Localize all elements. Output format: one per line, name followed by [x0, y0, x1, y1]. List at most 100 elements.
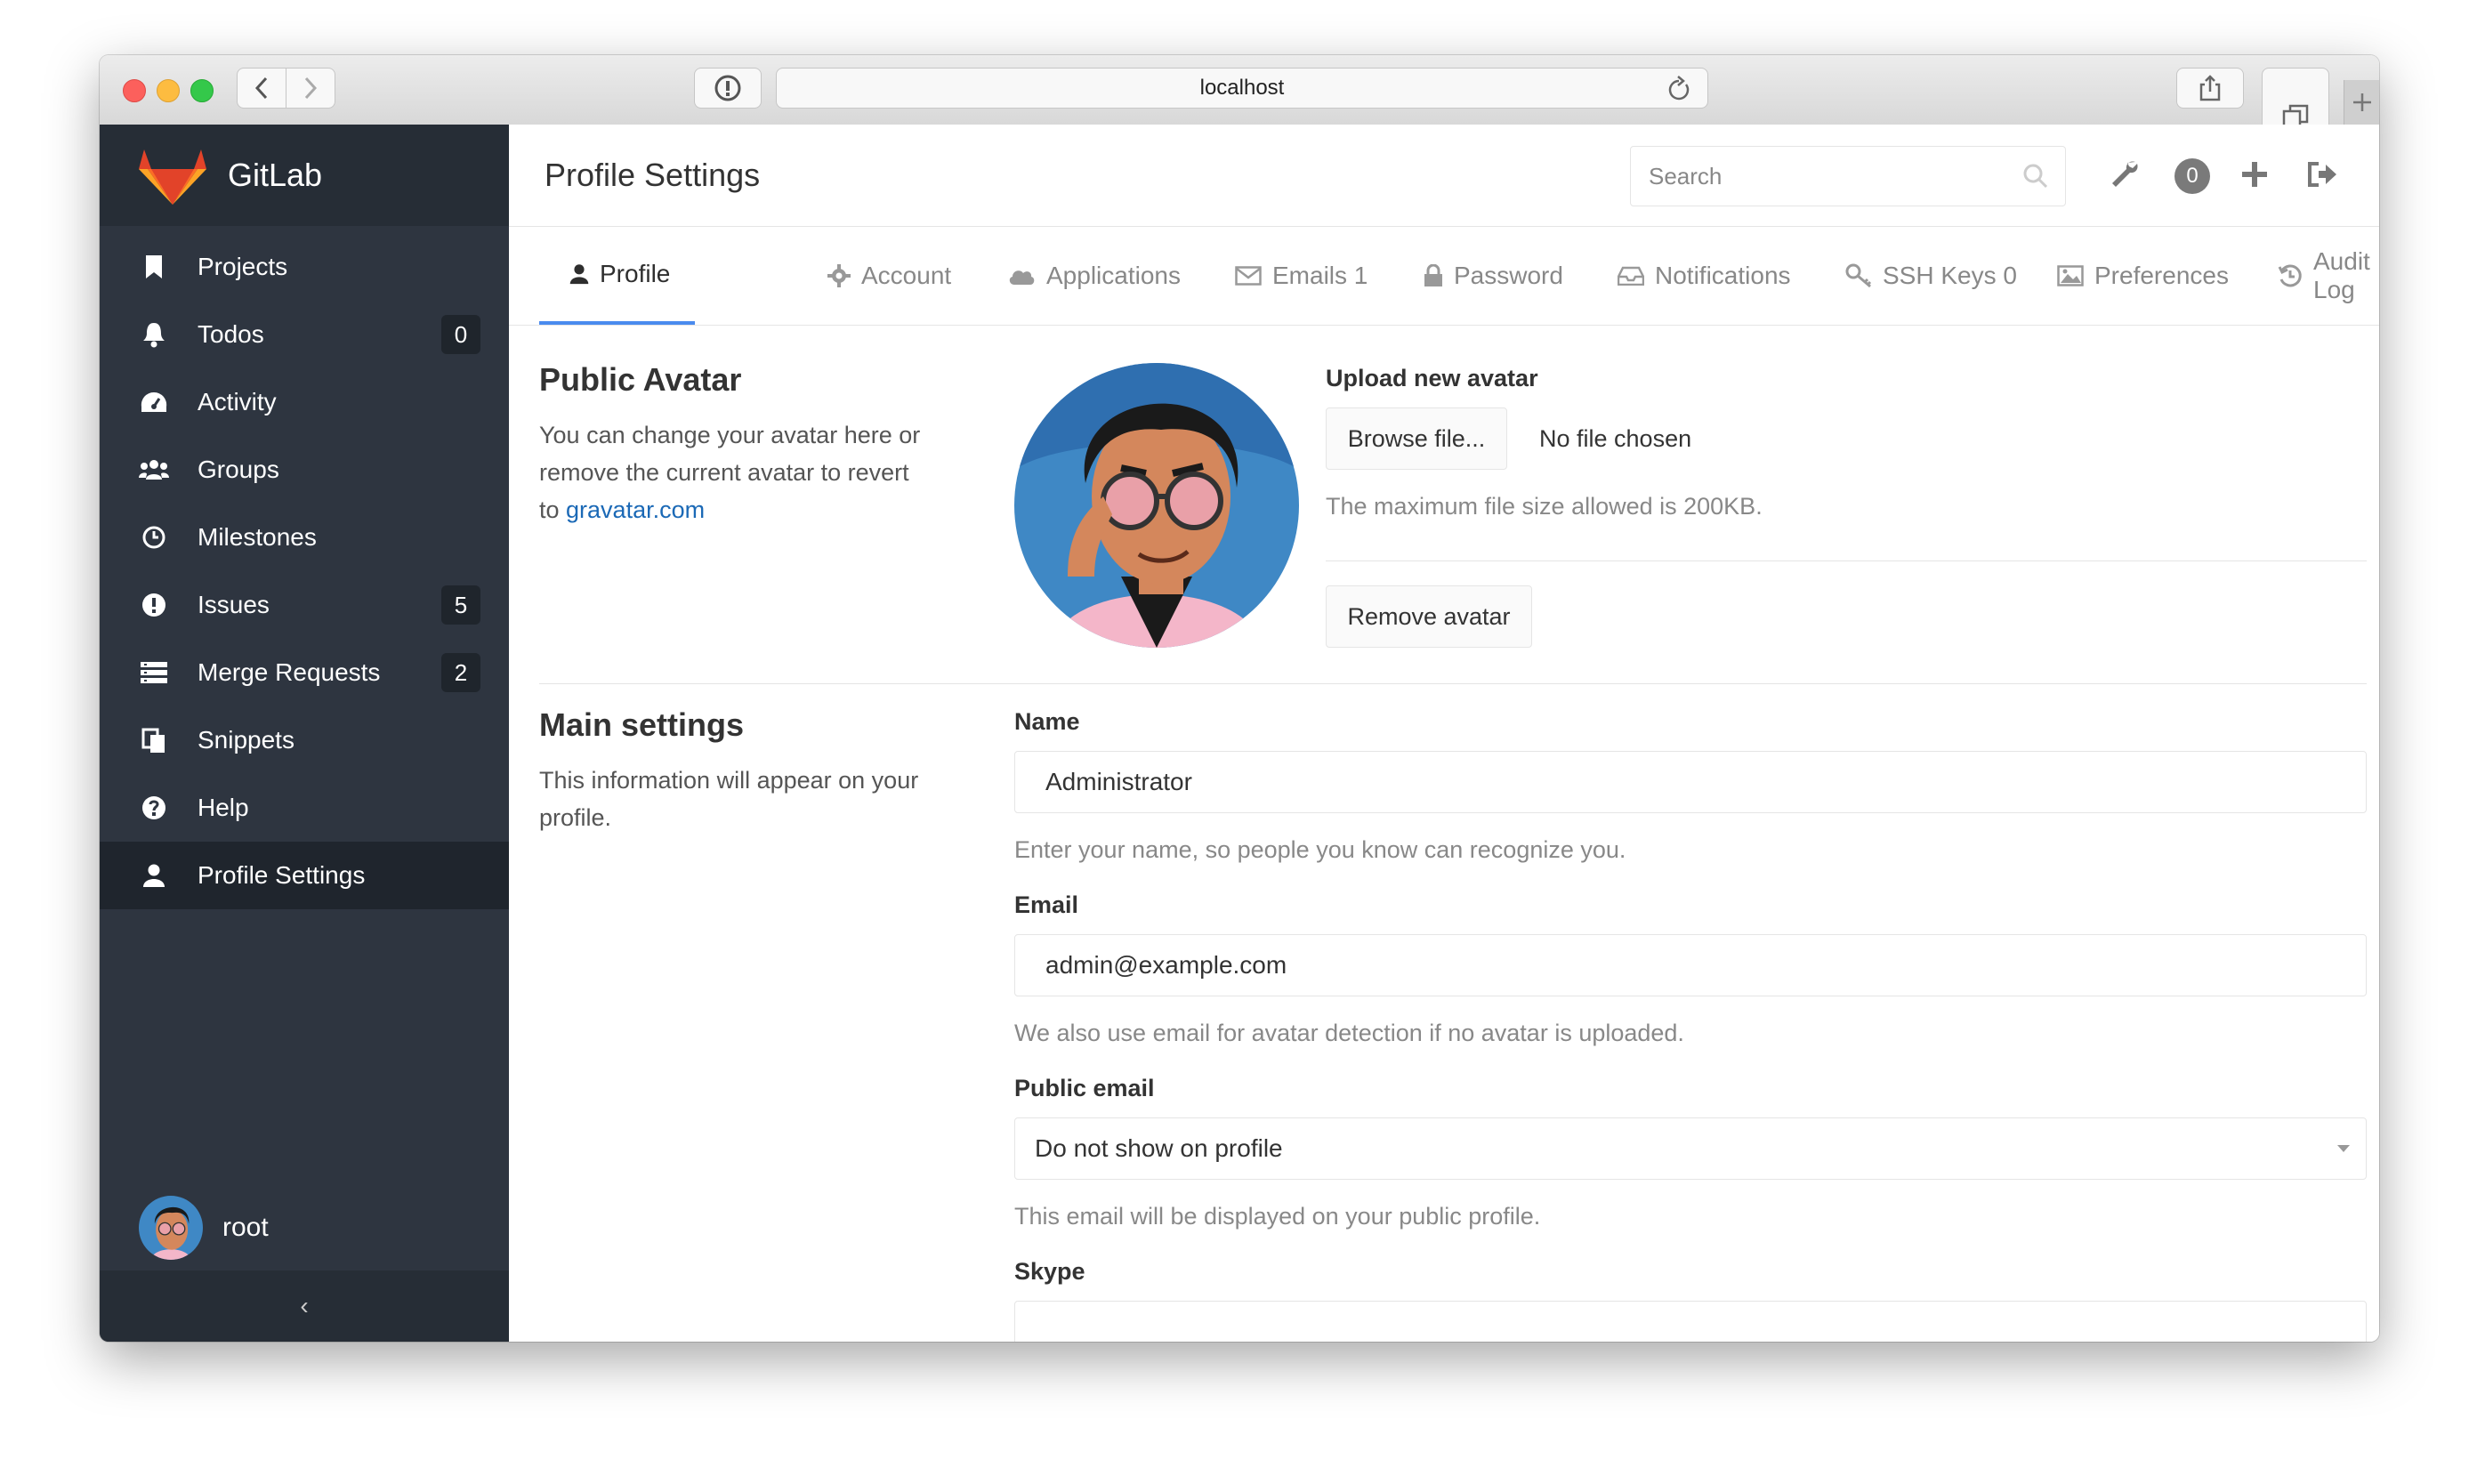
skype-field[interactable] [1014, 1301, 2367, 1342]
sidebar-item-label: Profile Settings [198, 861, 366, 889]
current-avatar-image [1014, 363, 1299, 648]
tab-label: Profile [600, 260, 671, 287]
tab-profile[interactable]: Profile [539, 227, 696, 325]
address-bar[interactable]: localhost [776, 68, 1708, 109]
sidebar-item-label: Issues [198, 591, 270, 618]
gear-icon [827, 264, 851, 287]
users-icon [139, 455, 169, 485]
forward-button[interactable] [286, 68, 335, 109]
site-info-button[interactable] [694, 68, 762, 109]
tab-label: Account [861, 262, 952, 289]
tab-audit-log[interactable]: Audit Log [2278, 227, 2379, 325]
maximize-window-button[interactable] [190, 79, 214, 102]
info-icon [714, 75, 741, 101]
name-input[interactable] [1044, 767, 2293, 797]
name-help: Enter your name, so people you know can … [1014, 836, 1626, 863]
tab-label: Emails 1 [1272, 262, 1368, 289]
tab-notifications[interactable]: Notifications [1618, 227, 1791, 325]
tab-label: SSH Keys 0 [1883, 262, 2017, 289]
sidebar-item-issues[interactable]: Issues 5 [100, 571, 509, 639]
sidebar-item-groups[interactable]: Groups [100, 436, 509, 504]
email-field[interactable] [1014, 934, 2367, 996]
avatar [139, 1196, 203, 1260]
tab-applications[interactable]: Applications [1007, 227, 1181, 325]
public-email-selected-value: Do not show on profile [1035, 1134, 1283, 1162]
main-settings-description: This information will appear on your pro… [539, 767, 919, 831]
brand-name: GitLab [228, 157, 323, 193]
sidebar-item-label: Merge Requests [198, 658, 381, 686]
new-item-plus-icon[interactable] [2235, 155, 2274, 194]
exclamation-circle-icon [139, 590, 169, 620]
chevron-down-icon [2337, 1145, 2350, 1152]
chevron-left-icon [254, 77, 268, 100]
tab-preferences[interactable]: Preferences [2057, 227, 2229, 325]
back-button[interactable] [237, 68, 286, 109]
public-email-help: This email will be displayed on your pub… [1014, 1203, 1541, 1230]
tab-label: Notifications [1655, 262, 1791, 289]
tab-password[interactable]: Password [1424, 227, 1563, 325]
collapse-sidebar-button[interactable]: ‹ [100, 1270, 509, 1342]
browser-window: localhost GitLab Projects Todos 0 Activi… [100, 55, 2379, 1342]
sidebar-item-help[interactable]: Help [100, 774, 509, 842]
max-file-size-help: The maximum file size allowed is 200KB. [1326, 493, 1763, 520]
name-field[interactable] [1014, 751, 2367, 813]
user-icon [569, 263, 589, 285]
brand[interactable]: GitLab [100, 125, 509, 226]
user-icon [139, 860, 169, 891]
gravatar-link[interactable]: gravatar.com [566, 496, 705, 523]
admin-area-wrench-icon[interactable] [2105, 155, 2144, 194]
main-settings-heading: Main settings [539, 706, 745, 743]
section-divider [539, 683, 2367, 684]
sidebar-item-projects[interactable]: Projects [100, 233, 509, 301]
settings-tabs: Profile Account Applications Emails 1 Pa… [509, 227, 2379, 326]
sidebar-item-profile-settings[interactable]: Profile Settings [100, 842, 509, 909]
sidebar-item-activity[interactable]: Activity [100, 368, 509, 436]
skype-input[interactable] [1044, 1317, 2293, 1342]
image-icon [2057, 265, 2084, 286]
chevron-left-icon: ‹ [300, 1292, 309, 1319]
sidebar-item-merge-requests[interactable]: Merge Requests 2 [100, 639, 509, 706]
sidebar-item-todos[interactable]: Todos 0 [100, 301, 509, 368]
email-input[interactable] [1044, 950, 2293, 980]
list-icon [139, 657, 169, 688]
lock-icon [1424, 264, 1443, 287]
remove-avatar-button[interactable]: Remove avatar [1326, 585, 1532, 648]
dashboard-icon [139, 387, 169, 417]
sidebar-item-label: Projects [198, 253, 288, 280]
plus-icon [2353, 93, 2371, 111]
share-icon [2199, 75, 2221, 101]
new-tab-button[interactable] [2344, 80, 2379, 125]
sidebar-item-snippets[interactable]: Snippets [100, 706, 509, 774]
no-file-chosen-text: No file chosen [1539, 425, 1692, 452]
sidebar-item-label: Todos [198, 320, 264, 348]
minimize-window-button[interactable] [157, 79, 180, 102]
tab-account[interactable]: Account [827, 227, 951, 325]
sidebar-item-milestones[interactable]: Milestones [100, 504, 509, 571]
settings-content: Public Avatar You can change your avatar… [509, 326, 2379, 1342]
public-email-label: Public email [1014, 1075, 1155, 1101]
search-input[interactable] [1647, 161, 2006, 191]
public-email-select[interactable]: Do not show on profile [1014, 1117, 2367, 1180]
browse-file-button[interactable]: Browse file... [1326, 407, 1507, 470]
chevron-right-icon [304, 77, 318, 100]
tab-label: Password [1454, 262, 1563, 289]
public-avatar-description: You can change your avatar here or remov… [539, 422, 921, 523]
sign-out-icon[interactable] [2303, 155, 2342, 194]
gitlab-logo-icon [139, 149, 206, 205]
tab-emails[interactable]: Emails 1 [1235, 227, 1368, 325]
clock-icon [139, 522, 169, 552]
close-window-button[interactable] [123, 79, 146, 102]
sidebar-item-label: Snippets [198, 726, 294, 754]
tab-label: Applications [1046, 262, 1181, 289]
merge-requests-count-badge: 2 [441, 653, 480, 692]
current-user[interactable]: root [100, 1192, 509, 1263]
todos-count-badge: 0 [441, 315, 480, 354]
todos-counter-badge[interactable]: 0 [2174, 158, 2210, 194]
search-box[interactable] [1630, 146, 2066, 206]
sidebar-item-label: Groups [198, 456, 279, 483]
share-button[interactable] [2176, 68, 2244, 109]
tab-ssh-keys[interactable]: SSH Keys 0 [1845, 227, 2017, 325]
sidebar-item-label: Help [198, 794, 249, 821]
reload-icon[interactable] [1666, 74, 1691, 109]
bell-icon [139, 319, 169, 350]
